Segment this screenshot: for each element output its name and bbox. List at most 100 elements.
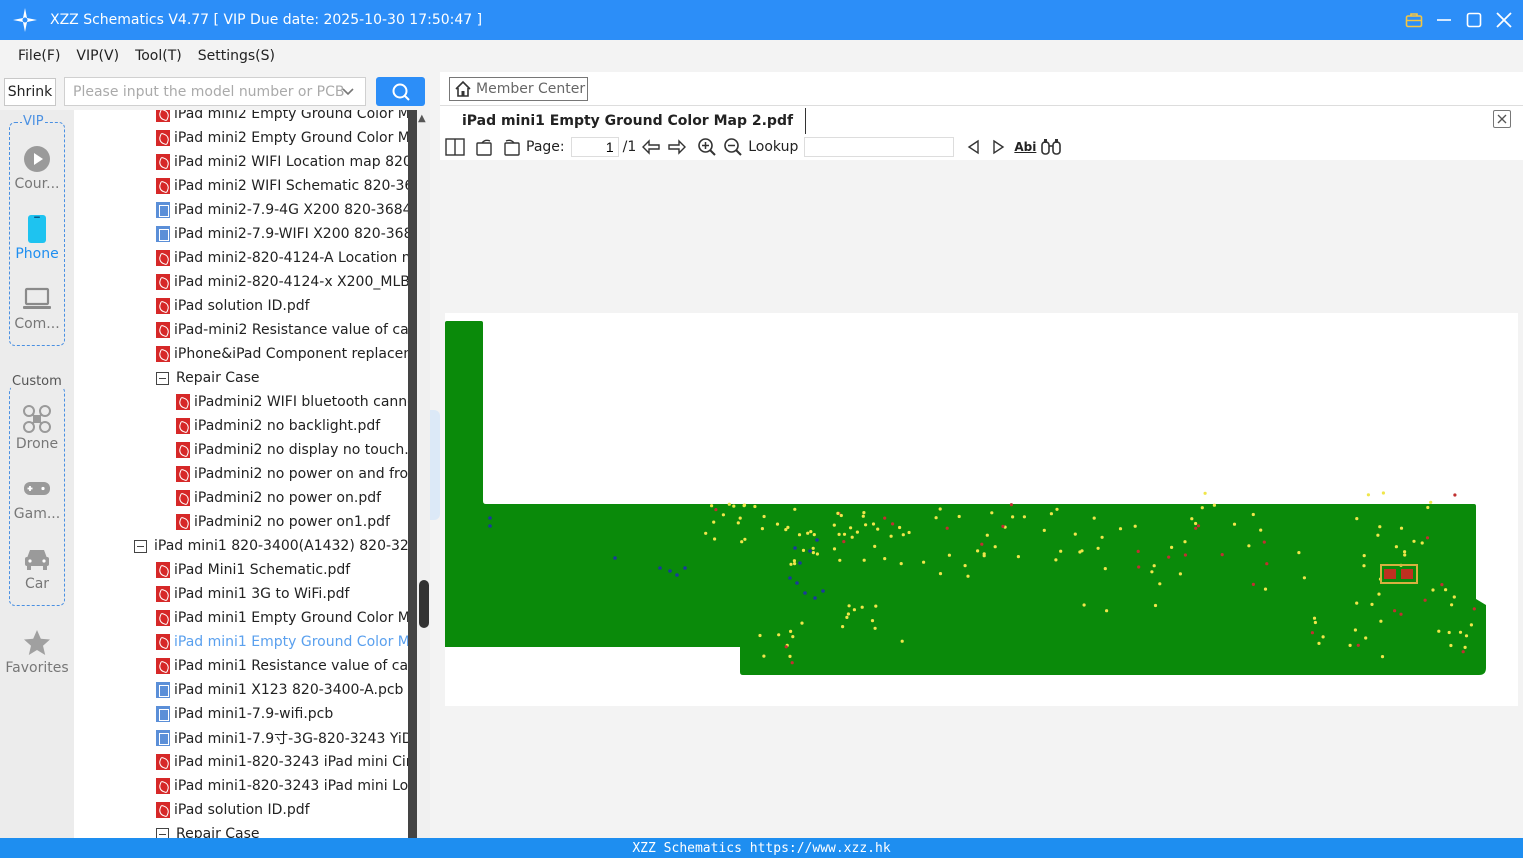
component-dot [883, 557, 887, 561]
component-dot [1194, 526, 1198, 530]
close-icon[interactable] [1495, 11, 1513, 29]
match-case-icon[interactable]: Abi [1014, 136, 1036, 158]
search-icon [392, 83, 410, 101]
tree-file[interactable]: iPad mini2-7.9-4G X200 820-3684-. [156, 198, 408, 222]
chevron-down-icon[interactable] [341, 83, 355, 99]
lookup-input[interactable] [804, 137, 955, 157]
menu-vip[interactable]: VIP(V) [76, 48, 119, 64]
collapse-icon[interactable] [134, 539, 147, 553]
tree-folder[interactable]: iPad mini1 820-3400(A1432) 820-3243 [134, 534, 408, 558]
menu-file[interactable]: File(F) [18, 48, 60, 64]
zoom-out-icon[interactable] [722, 136, 744, 158]
split-view-icon[interactable] [444, 136, 466, 158]
pdf-file-icon [156, 610, 170, 626]
next-page-icon[interactable] [666, 136, 688, 158]
tree-file[interactable]: iPadmini2 no display no touch.p [176, 438, 408, 462]
tree-item-label: iPadmini2 no power on and fro [194, 466, 408, 482]
tree-file[interactable]: iPad-mini2 Resistance value of cab [156, 318, 408, 342]
search-input[interactable]: Please input the model number or PCB [64, 77, 366, 106]
document-tabs: iPad mini1 Empty Ground Color Map 2.pdf [440, 106, 1523, 134]
sidebar-item-games[interactable]: Gam... [0, 474, 74, 522]
tab-document[interactable]: iPad mini1 Empty Ground Color Map 2.pdf [450, 108, 807, 134]
sidebar-item-phone[interactable]: Phone [0, 214, 74, 262]
rotate-left-icon[interactable] [500, 136, 522, 158]
component-dot [1362, 564, 1366, 568]
component-dot [713, 537, 717, 541]
pdf-file-icon [176, 466, 190, 482]
tree-file[interactable]: iPad solution ID.pdf [156, 294, 310, 318]
tree-file[interactable]: iPad mini2-7.9-WIFI X200 820-3683 [156, 222, 408, 246]
sidebar-item-car[interactable]: Car [0, 544, 74, 592]
tree-file[interactable]: iPad mini1-820-3243 iPad mini Cir [156, 750, 408, 774]
component-dot [1447, 630, 1451, 635]
member-center-button[interactable]: Member Center [449, 77, 588, 101]
tree-file[interactable]: iPad mini1-7.9-wifi.pcb [156, 702, 333, 726]
component-dot [815, 552, 819, 556]
document-canvas[interactable] [440, 160, 1523, 838]
panel-splitter[interactable] [430, 410, 440, 520]
tree-file[interactable]: iPad mini2 WIFI Location map 820- [156, 150, 408, 174]
search-button[interactable] [376, 77, 425, 106]
component-dot [1100, 535, 1104, 539]
tree-file[interactable]: iPad mini1 Empty Ground Color M [156, 606, 408, 630]
component-dot [788, 654, 792, 658]
close-tab-icon[interactable] [1493, 110, 1511, 128]
tree-item-label: iPadmini2 WIFI bluetooth canno [194, 394, 408, 410]
sidebar-item-computer[interactable]: Com... [0, 284, 74, 332]
tree-file[interactable]: iPad mini2-820-4124-A Location m [156, 246, 408, 270]
tree-file[interactable]: iPad mini1-820-3243 iPad mini Loc [156, 774, 408, 798]
zoom-in-icon[interactable] [696, 136, 718, 158]
tree-file[interactable]: iPad mini1 X123 820-3400-A.pcb [156, 678, 403, 702]
component-dot [1431, 588, 1435, 592]
component-dot [762, 654, 766, 658]
pdf-file-icon [156, 130, 170, 146]
component-dot [791, 635, 795, 639]
vip-bag-icon[interactable] [1405, 11, 1423, 29]
home-icon [455, 80, 471, 97]
tree-item-label: iPad mini2-7.9-WIFI X200 820-3683 [174, 226, 408, 242]
tree-file[interactable]: iPadmini2 no backlight.pdf [176, 414, 380, 438]
find-previous-icon[interactable] [962, 136, 984, 158]
previous-page-icon[interactable] [640, 136, 662, 158]
tree-file[interactable]: iPadmini2 WIFI bluetooth canno [176, 390, 408, 414]
component-dot [1082, 603, 1086, 607]
shrink-button[interactable]: Shrink [4, 78, 56, 106]
tree-file[interactable]: iPad mini1-7.9寸-3G-820-3243 YiD [156, 726, 408, 750]
rotate-right-icon[interactable] [474, 136, 496, 158]
menu-tool[interactable]: Tool(T) [135, 48, 182, 64]
component-dot [738, 516, 742, 520]
tree-file[interactable]: iPad mini1 Empty Ground Color M [156, 630, 408, 654]
tree-file[interactable]: iPad mini2-820-4124-x X200_MLB_ [156, 270, 408, 294]
binoculars-icon[interactable] [1040, 136, 1062, 158]
collapse-icon[interactable] [156, 827, 169, 838]
menu-settings[interactable]: Settings(S) [198, 48, 275, 64]
component-dot [847, 604, 851, 608]
sidebar-item-drone[interactable]: Drone [0, 404, 74, 452]
maximize-icon[interactable] [1465, 11, 1483, 29]
find-next-icon[interactable] [988, 136, 1010, 158]
sidebar-item-courses[interactable]: Cour... [0, 144, 74, 192]
scroll-up-icon[interactable]: ▲ [418, 113, 426, 124]
tree-file[interactable]: iPad mini2 WIFI Schematic 820-368 [156, 174, 408, 198]
minimize-icon[interactable] [1435, 11, 1453, 29]
pdf-file-icon [156, 586, 170, 602]
tree-file[interactable]: iPad mini2 Empty Ground Color M [156, 126, 408, 150]
collapse-icon[interactable] [156, 371, 169, 385]
sidebar-item-favorites[interactable]: Favorites [0, 628, 74, 676]
tree-file[interactable]: iPadmini2 no power on and fro [176, 462, 408, 486]
tree-file[interactable]: iPad solution ID.pdf [156, 798, 310, 822]
tree-file[interactable]: iPhone&iPad Component replacen [156, 342, 408, 366]
component-dot [1403, 553, 1407, 557]
tree-file[interactable]: iPad mini1 3G to WiFi.pdf [156, 582, 349, 606]
tree-folder[interactable]: Repair Case [156, 366, 260, 390]
scroll-thumb[interactable] [419, 580, 429, 628]
page-number-input[interactable] [570, 137, 619, 157]
tree-file[interactable]: iPad mini1 Resistance value of cab [156, 654, 408, 678]
tree-file[interactable]: iPad Mini1 Schematic.pdf [156, 558, 350, 582]
tree-folder[interactable]: Repair Case [156, 822, 260, 838]
tree-file[interactable]: iPadmini2 no power on1.pdf [176, 510, 390, 534]
component-dot [832, 523, 836, 527]
tree-file[interactable]: iPad mini2 Empty Ground Color M [156, 110, 408, 126]
tree-item-label: iPad mini2-820-4124-x X200_MLB_ [174, 274, 408, 290]
tree-file[interactable]: iPadmini2 no power on.pdf [176, 486, 381, 510]
